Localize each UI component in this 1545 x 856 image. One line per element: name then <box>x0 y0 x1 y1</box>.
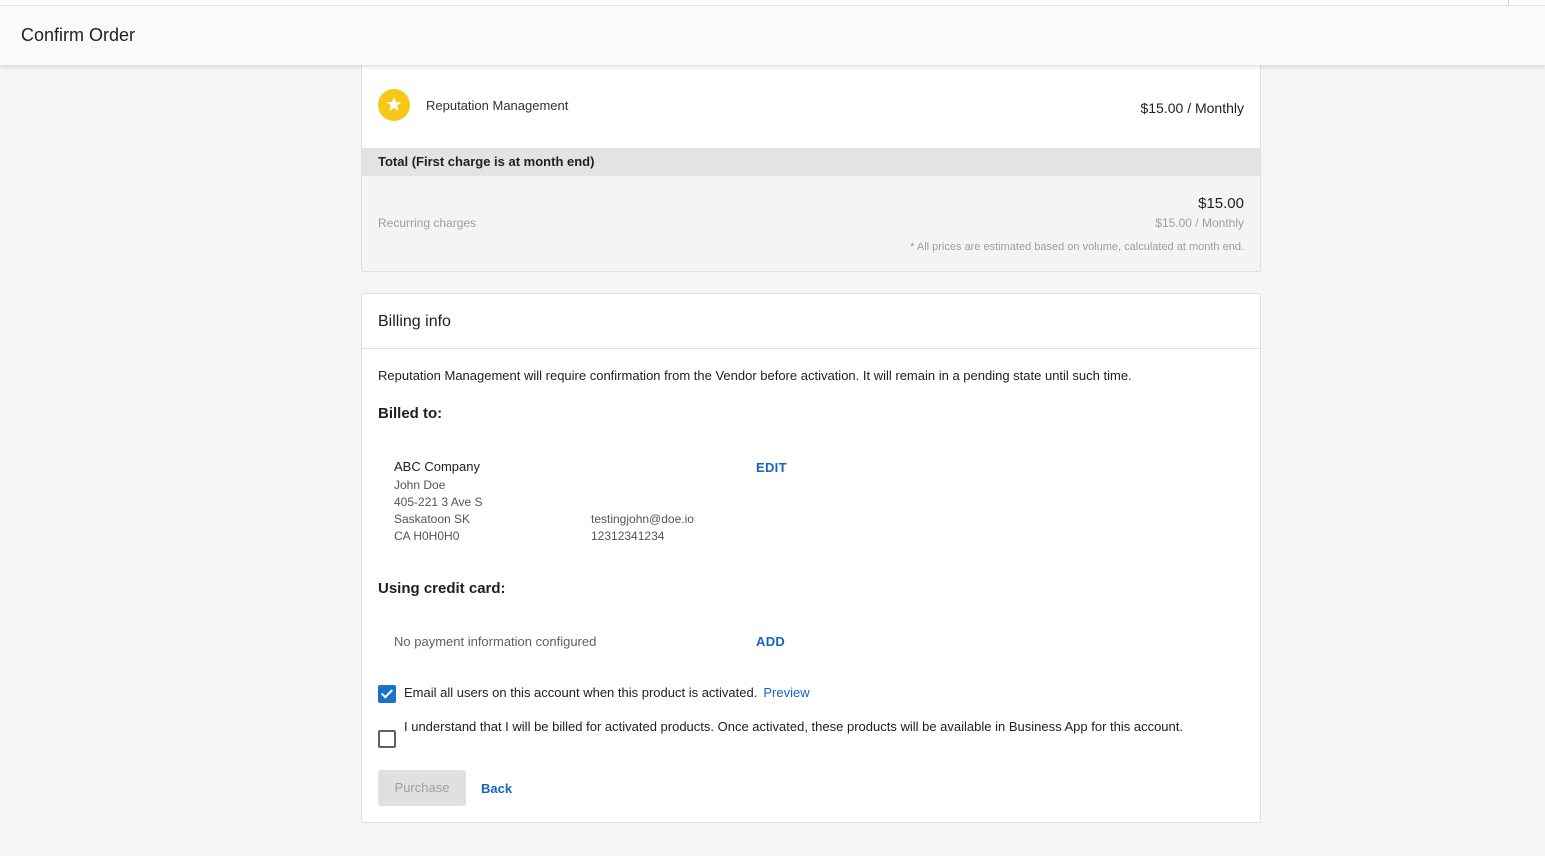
checkmark-icon <box>380 686 394 699</box>
edit-billing-button[interactable]: EDIT <box>756 460 787 475</box>
recurring-charges-section: Recurring charges $15.00 $15.00 / Monthl… <box>362 176 1260 271</box>
billing-title: Billing info <box>378 313 451 330</box>
contact-name: John Doe <box>394 478 446 492</box>
page-title: Confirm Order <box>21 25 136 45</box>
back-button[interactable]: Back <box>481 781 512 796</box>
product-row: ★ Reputation Management $15.00 / Monthly <box>362 61 1260 148</box>
billed-to-heading: Billed to: <box>378 405 443 422</box>
billing-info-card: Billing info Reputation Management will … <box>361 293 1261 823</box>
billing-agreement-checkbox[interactable] <box>378 730 396 748</box>
star-icon: ★ <box>378 89 410 121</box>
product-name: Reputation Management <box>426 98 569 113</box>
order-summary-card: ★ Reputation Management $15.00 / Monthly… <box>361 60 1261 272</box>
recurring-total: $15.00 <box>1198 195 1244 212</box>
add-payment-button[interactable]: ADD <box>756 634 785 649</box>
address-postal: CA H0H0H0 <box>394 529 460 543</box>
product-price: $15.00 / Monthly <box>1140 100 1244 116</box>
no-payment-text: No payment information configured <box>394 634 597 649</box>
total-label: Total (First charge is at month end) <box>378 154 595 169</box>
preview-link[interactable]: Preview <box>763 685 809 700</box>
page-header: Confirm Order <box>0 6 1545 65</box>
billing-agreement-label: I understand that I will be billed for a… <box>404 719 1183 734</box>
billing-phone: 12312341234 <box>591 529 665 543</box>
address-city: Saskatoon SK <box>394 512 471 526</box>
purchase-button[interactable]: Purchase <box>378 770 466 806</box>
email-users-label: Email all users on this account when thi… <box>404 685 758 700</box>
address-line: 405-221 3 Ave S <box>394 495 483 509</box>
email-users-row: Email all users on this account when thi… <box>404 683 810 703</box>
vendor-confirmation-notice: Reputation Management will require confi… <box>378 368 1132 383</box>
company-name: ABC Company <box>394 459 480 474</box>
total-bar: Total (First charge is at month end) <box>362 148 1260 176</box>
price-estimate-note: * All prices are estimated based on volu… <box>910 241 1244 253</box>
recurring-monthly: $15.00 / Monthly <box>1155 216 1244 230</box>
email-users-checkbox[interactable] <box>378 685 396 703</box>
credit-card-heading: Using credit card: <box>378 580 506 597</box>
recurring-label: Recurring charges <box>378 216 477 230</box>
edge-divider <box>1508 0 1509 5</box>
billing-email: testingjohn@doe.io <box>591 512 694 526</box>
billing-header: Billing info <box>362 294 1260 349</box>
